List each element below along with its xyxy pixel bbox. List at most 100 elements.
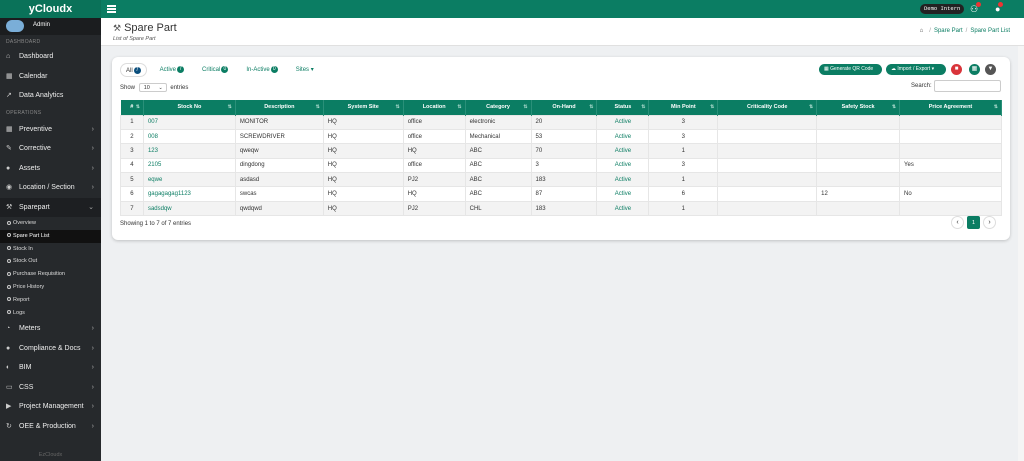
sidebar-item-project-management[interactable]: ▶ Project Management › <box>0 397 101 417</box>
sidebar-subitem-label: Stock Out <box>13 258 38 265</box>
column-header-criticality-code[interactable]: Criticality Code ⇅ <box>717 100 818 115</box>
sidebar-item-data-analytics[interactable]: ↗ Data Analytics <box>0 86 101 106</box>
column-header-system-site[interactable]: System Site ⇅ <box>323 100 404 115</box>
page-button-current[interactable]: 1 <box>967 216 980 229</box>
next-page-button[interactable]: › <box>983 216 996 229</box>
sidebar-item-location-section[interactable]: ◉ Location / Section › <box>0 178 101 198</box>
sidebar-item-meters[interactable]: ◔ Meters › <box>0 319 101 339</box>
filter-button[interactable]: ▼ <box>985 64 996 75</box>
table-row[interactable]: 3 123 qweqw HQ HQ ABC 70 Active 1 <box>120 143 1002 159</box>
table-cell: HQ <box>322 143 404 159</box>
sidebar-item-assets[interactable]: ● Assets › <box>0 159 101 179</box>
sidebar-subitem-logs[interactable]: Logs <box>0 307 101 320</box>
generate-qr-button[interactable]: ▦ Generate QR Code <box>819 64 882 75</box>
sidebar-item-oee-production[interactable]: ↻ OEE & Production › <box>0 417 101 437</box>
columns-button[interactable]: ▦ <box>969 64 980 75</box>
column-header-index[interactable]: # ⇅ <box>120 100 144 115</box>
column-header-stock-no[interactable]: Stock No ⇅ <box>143 100 236 115</box>
sidebar-item-dashboard[interactable]: ⌂ Dashboard <box>0 47 101 67</box>
table-row[interactable]: 1 007 MONITOR HQ office electronic 20 Active 3 <box>120 114 1002 130</box>
monitor-icon: ▭ <box>6 383 13 391</box>
table-cell: 70 <box>530 143 598 159</box>
circle-icon <box>7 297 11 302</box>
table-row[interactable]: 7 sadsdqw qwdqwd HQ PJ2 CHL 183 Active 1 <box>120 200 1002 217</box>
stock-no-link[interactable]: 123 <box>142 143 236 159</box>
delete-button[interactable]: ■ <box>951 64 962 75</box>
column-header-safety-stock[interactable]: Safety Stock ⇅ <box>816 100 901 115</box>
chevron-right-icon: › <box>91 164 94 172</box>
user-menu-icon[interactable]: ● <box>995 2 1004 15</box>
table-cell: HQ <box>322 200 404 217</box>
sidebar-item-label: Meters <box>19 325 41 333</box>
prev-page-button[interactable]: ‹ <box>951 216 964 229</box>
sidebar-subitem-price-history[interactable]: Price History <box>0 281 101 294</box>
table-cell <box>816 143 901 159</box>
table-cell: 2 <box>120 128 144 145</box>
table-cell: ABC <box>464 172 532 188</box>
table-cell: qweqw <box>234 143 324 159</box>
table-cell <box>717 143 818 159</box>
building-icon: ◐ <box>6 364 11 372</box>
notification-icon[interactable]: ⚇ <box>970 2 982 15</box>
breadcrumb-item[interactable]: Spare Part <box>934 28 963 34</box>
status-badge: Active <box>596 157 650 174</box>
search-input[interactable] <box>934 80 1001 92</box>
stock-no-link[interactable]: sadsdqw <box>142 200 236 217</box>
user-box[interactable]: Admin <box>0 18 101 35</box>
column-header-category[interactable]: Category ⇅ <box>465 100 532 115</box>
sidebar-item-corrective[interactable]: ✎ Corrective › <box>0 139 101 159</box>
sidebar-item-css[interactable]: ▭ CSS › <box>0 378 101 398</box>
sidebar-subitem-spare-part-list[interactable]: Spare Part List <box>0 229 101 243</box>
chart-icon: ↗ <box>6 92 12 99</box>
stock-no-link[interactable]: 2105 <box>142 157 236 174</box>
table-cell: 6 <box>648 186 719 202</box>
sidebar-item-compliance-docs[interactable]: ● Compliance & Docs › <box>0 339 101 359</box>
sidebar-item-sparepart[interactable]: ⚒ Sparepart ⌄ <box>0 197 101 217</box>
stock-no-link[interactable]: 007 <box>142 114 236 130</box>
column-header-price-agreement[interactable]: Price Agreement ⇅ <box>899 100 1002 115</box>
table-cell: 6 <box>120 186 144 202</box>
tab-active[interactable]: Active 7 <box>155 63 189 77</box>
sidebar-subitem-overview[interactable]: Overview <box>0 217 101 230</box>
column-header-min-point[interactable]: Min Point ⇅ <box>648 100 719 115</box>
sidebar-subitem-stock-out[interactable]: Stock Out <box>0 255 101 268</box>
table-cell <box>717 186 818 202</box>
table-row[interactable]: 2 008 SCREWDRIVER HQ office Mechanical 53 Activ… <box>120 128 1002 145</box>
sites-label: Sites <box>295 67 310 73</box>
sidebar-subitem-stock-in[interactable]: Stock In <box>0 243 101 256</box>
tools-icon: ⚒ <box>6 203 13 211</box>
table-cell: 1 <box>648 200 719 217</box>
stock-no-link[interactable]: 008 <box>142 128 236 145</box>
sidebar-item-calendar[interactable]: ▦ Calendar <box>0 67 101 87</box>
stock-no-link[interactable]: eqwe <box>142 172 236 188</box>
tools-icon: ⚒ <box>113 23 122 33</box>
entries-select[interactable]: 10 ⌄ <box>138 83 167 92</box>
column-header-location[interactable]: Location ⇅ <box>403 100 466 115</box>
table-row[interactable]: 5 eqwe asdasd HQ PJ2 ABC 183 Active 1 <box>120 172 1002 188</box>
sites-dropdown[interactable]: Sites ▾ <box>291 63 319 77</box>
table-row[interactable]: 6 gagagagag1123 swcas HQ HQ ABC 87 Active 6 12 No <box>120 186 1002 202</box>
table-cell: qwdqwd <box>234 200 324 217</box>
tab-in-active[interactable]: In-Active 0 <box>241 63 282 77</box>
sidebar-subitem-purchase-requisition[interactable]: Purchase Requisition <box>0 268 101 281</box>
tab-all[interactable]: All 7 <box>120 63 147 77</box>
sidebar-item-preventive[interactable]: ▦ Preventive › <box>0 120 101 140</box>
sidebar-subitem-report[interactable]: Report <box>0 294 101 307</box>
menu-toggle-icon[interactable] <box>107 5 116 13</box>
sidebar-item-bim[interactable]: ◐ BIM › <box>0 358 101 378</box>
demo-badge[interactable]: Demo Intern <box>920 4 965 14</box>
column-header-status[interactable]: Status ⇅ <box>596 100 650 115</box>
import-export-button[interactable]: ☁ Import / Export ▾ <box>886 64 946 75</box>
table-row[interactable]: 4 2105 dingdong HQ office ABC 3 Active 3 Yes <box>120 157 1002 174</box>
column-header-description[interactable]: Description ⇅ <box>235 100 324 115</box>
tab-critical[interactable]: Critical 0 <box>197 63 233 77</box>
sidebar-item-label: CSS <box>19 383 34 391</box>
table-cell <box>816 128 901 145</box>
home-icon[interactable]: ⌂ <box>920 28 924 34</box>
stock-no-link[interactable]: gagagagag1123 <box>142 186 236 202</box>
page-scrollbar[interactable] <box>1018 46 1024 461</box>
table-info: Showing 1 to 7 of 7 entries <box>120 221 192 227</box>
column-header-on-hand[interactable]: On-Hand ⇅ <box>531 100 598 115</box>
brand-logo[interactable]: yCloudx <box>0 0 101 18</box>
circle-icon <box>7 220 11 225</box>
